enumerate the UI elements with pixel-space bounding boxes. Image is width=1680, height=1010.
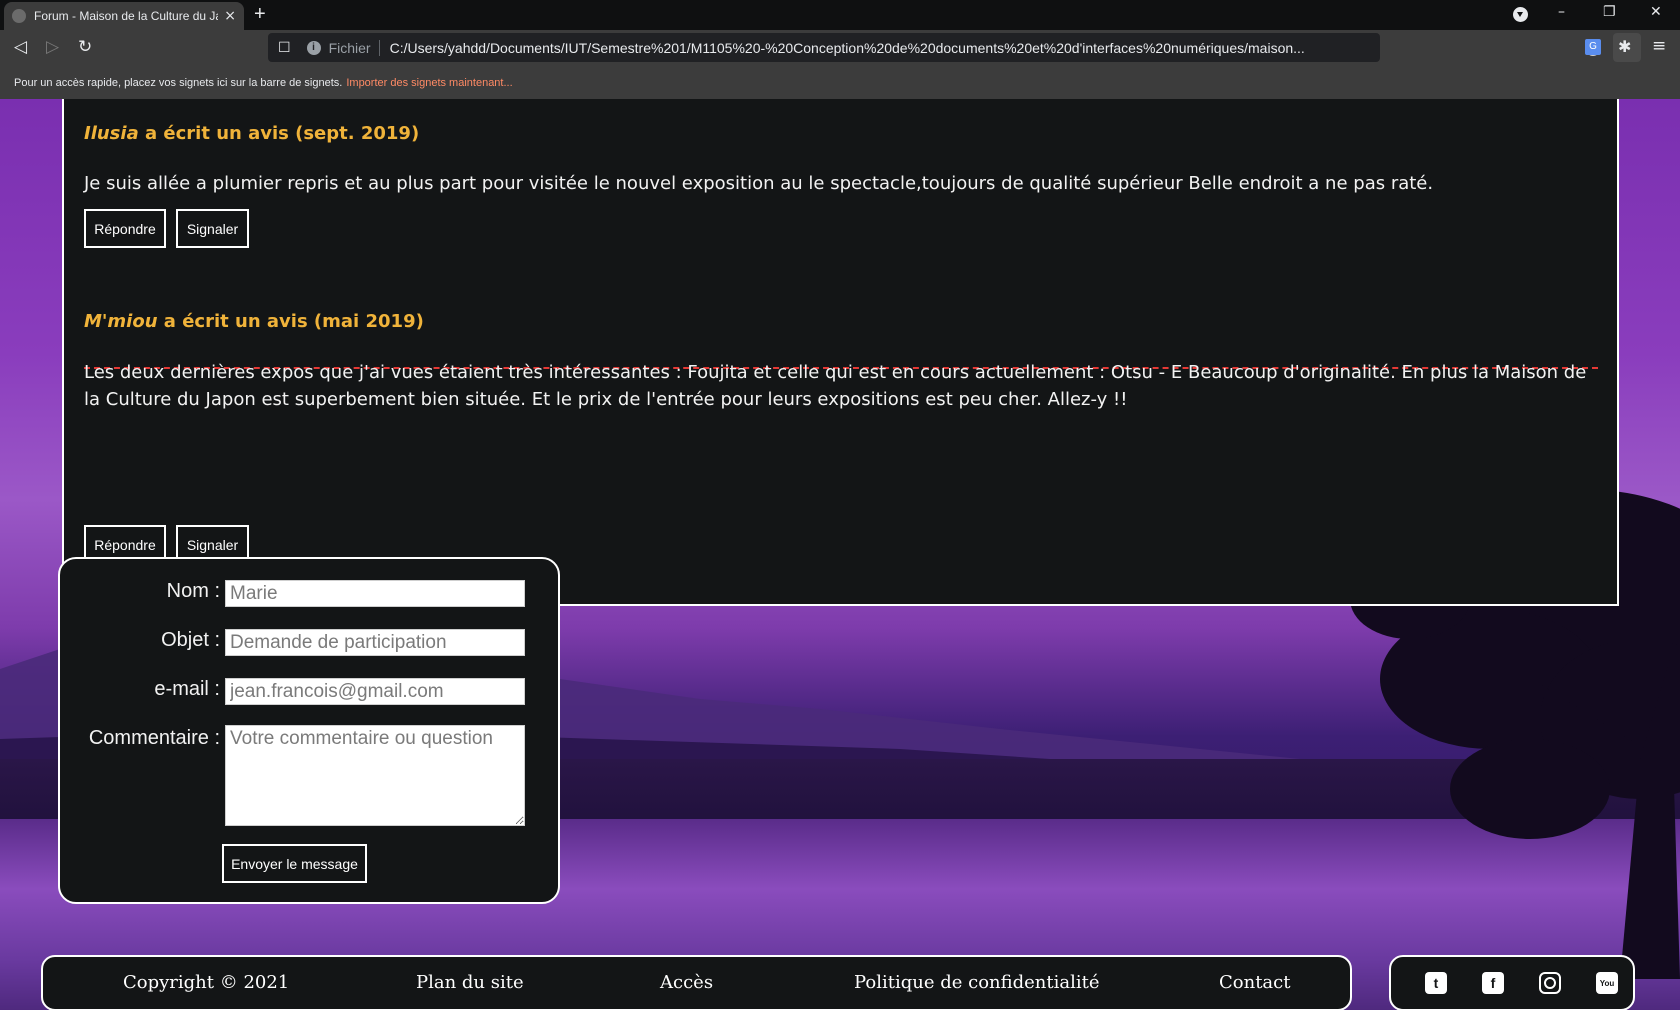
copyright-text: Copyright © 2021 [123, 972, 290, 993]
name-label: Nom : [166, 580, 220, 602]
extensions-icon[interactable]: ✱ [1618, 37, 1631, 56]
email-label: e-mail : [154, 678, 220, 700]
reload-button[interactable]: ↻ [78, 37, 92, 57]
review-meta: a écrit un avis (mai 2019) [157, 311, 424, 332]
browser-tab[interactable]: Forum - Maison de la Culture du Japon × [4, 2, 244, 30]
review-title: Ilusia a écrit un avis (sept. 2019) [84, 123, 1604, 144]
twitter-icon[interactable]: t [1425, 972, 1447, 994]
bookmarks-prompt: Pour un accès rapide, placez vos signets… [14, 76, 343, 89]
review-title: M'miou a écrit un avis (mai 2019) [84, 311, 1604, 332]
footer-link-access[interactable]: Accès [660, 972, 713, 993]
review-text: Je suis allée a plumier repris et au plu… [84, 173, 1434, 194]
browser-toolbar: ◁ ▷ ↻ ☐ i Fichier C:/Users/yahdd/Documen… [0, 30, 1680, 66]
report-button[interactable]: Signaler [176, 209, 249, 248]
comment-textarea[interactable] [225, 725, 525, 826]
tab-title: Forum - Maison de la Culture du Japon [34, 9, 218, 23]
globe-icon [12, 9, 26, 23]
review-meta: a écrit un avis (sept. 2019) [138, 123, 420, 144]
subject-input[interactable] [225, 629, 525, 656]
back-button[interactable]: ◁ [14, 37, 27, 57]
email-input[interactable] [225, 678, 525, 705]
import-bookmarks-link[interactable]: Importer des signets maintenant... [346, 77, 512, 89]
bookmark-icon[interactable]: ☐ [278, 40, 291, 56]
youtube-icon[interactable]: You [1596, 972, 1618, 994]
minimize-button[interactable]: – [1558, 4, 1565, 20]
footer-link-contact[interactable]: Contact [1219, 972, 1290, 993]
review-author: M'miou [84, 311, 158, 332]
url-scheme: Fichier [329, 39, 380, 56]
footer-nav: Copyright © 2021 Plan du site Accès Poli… [41, 955, 1352, 1010]
name-input[interactable] [225, 580, 525, 607]
review-text: Les deux dernières expos que j'ai vues é… [84, 362, 1587, 410]
comment-label: Commentaire : [88, 727, 220, 749]
instagram-icon[interactable] [1539, 972, 1561, 994]
close-window-button[interactable]: ✕ [1650, 4, 1662, 20]
bookmarks-bar: Pour un accès rapide, placez vos signets… [0, 66, 1680, 99]
restore-button[interactable]: ❐ [1603, 4, 1616, 20]
forward-button[interactable]: ▷ [46, 37, 59, 57]
review-author: Ilusia [84, 123, 139, 144]
reviews-panel: Ilusia a écrit un avis (sept. 2019) Je s… [62, 99, 1619, 606]
address-bar[interactable]: ☐ i Fichier C:/Users/yahdd/Documents/IUT… [268, 33, 1637, 62]
contact-form: Nom : Objet : e-mail : Commentaire : Env… [58, 557, 560, 904]
new-tab-button[interactable]: + [254, 3, 266, 26]
review-mmiou: M'miou a écrit un avis (mai 2019) Les de… [84, 311, 1604, 413]
tab-strip: Forum - Maison de la Culture du Japon × … [0, 0, 1680, 30]
url-text[interactable]: C:/Users/yahdd/Documents/IUT/Semestre%20… [390, 40, 1330, 56]
browser-menu-icon[interactable]: ≡ [1652, 36, 1666, 56]
footer-link-sitemap[interactable]: Plan du site [416, 972, 524, 993]
footer-link-privacy[interactable]: Politique de confidentialité [854, 972, 1100, 993]
send-message-button[interactable]: Envoyer le message [222, 844, 367, 883]
review-ilusia: Ilusia a écrit un avis (sept. 2019) Je s… [84, 123, 1604, 197]
tab-search-icon[interactable] [1513, 7, 1528, 22]
subject-label: Objet : [161, 629, 220, 651]
social-links: t f You [1389, 955, 1635, 1010]
tab-close-icon[interactable]: × [224, 8, 236, 24]
page-viewport: Ilusia a écrit un avis (sept. 2019) Je s… [0, 99, 1680, 1010]
reply-button[interactable]: Répondre [84, 209, 166, 248]
translate-icon[interactable]: G [1585, 39, 1601, 55]
facebook-icon[interactable]: f [1482, 972, 1504, 994]
info-icon[interactable]: i [306, 40, 321, 55]
